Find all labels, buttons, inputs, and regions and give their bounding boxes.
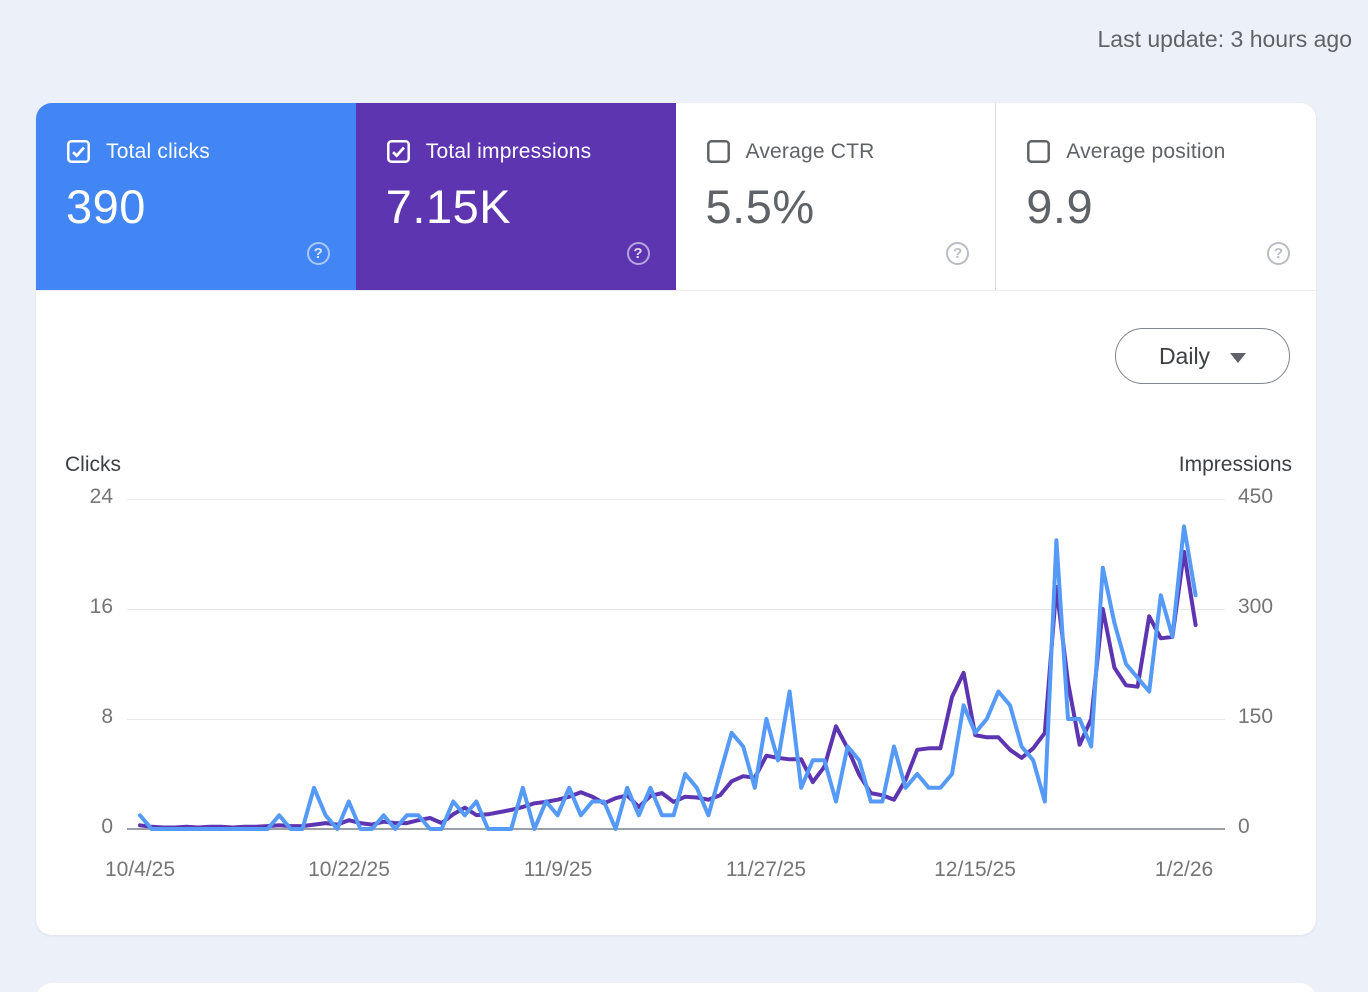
search-console-performance-page: { "header": { "last_update": "Last updat… xyxy=(0,0,1368,992)
performance-panel: Total clicks 390 ? Total impressions 7.1… xyxy=(36,103,1316,935)
chart-plot-area[interactable] xyxy=(36,103,1316,935)
impressions-line xyxy=(140,552,1196,828)
clicks-line xyxy=(140,527,1196,830)
last-update-text: Last update: 3 hours ago xyxy=(1098,26,1352,53)
next-section-panel xyxy=(36,983,1316,992)
